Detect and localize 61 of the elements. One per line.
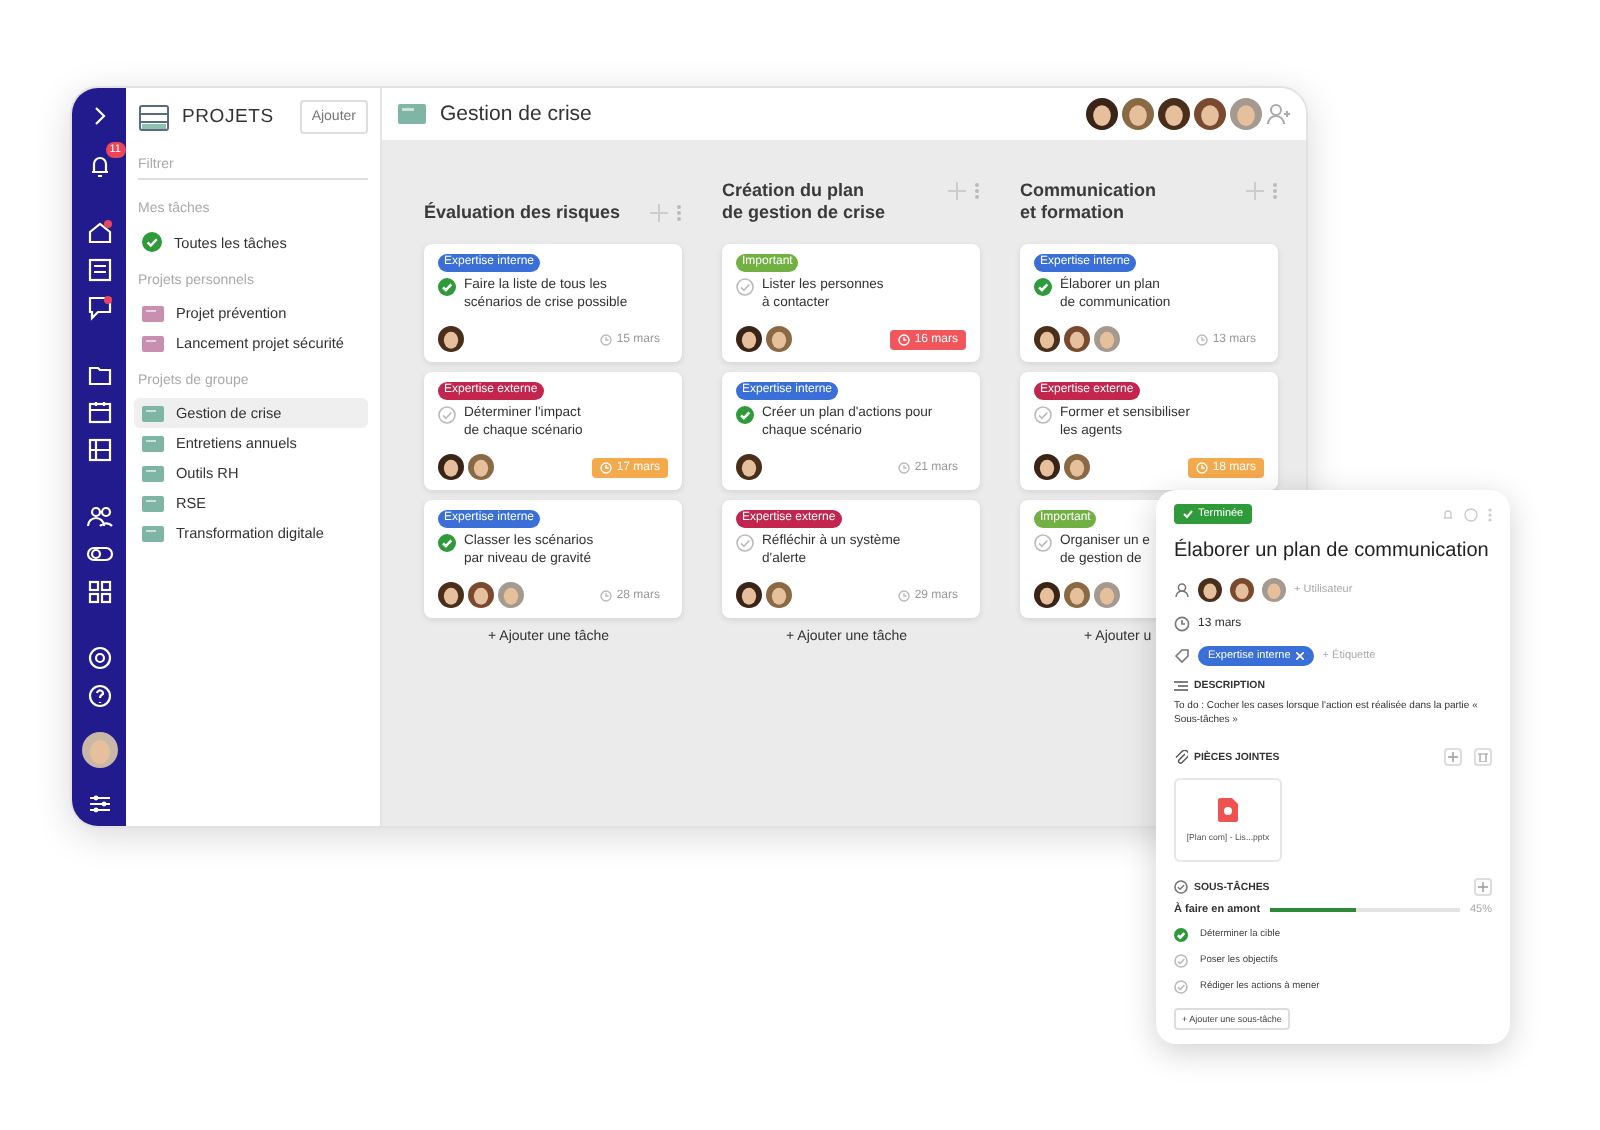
unchecked-icon[interactable]	[438, 406, 456, 424]
unchecked-icon[interactable]	[736, 278, 754, 296]
column-title: Création du plan de gestion de crise	[722, 180, 886, 224]
users-icon[interactable]	[85, 502, 113, 530]
sidebar-title: PROJETS	[182, 106, 276, 128]
check-icon	[1174, 880, 1188, 894]
clock-icon	[600, 461, 613, 473]
project-icon	[142, 465, 164, 481]
unchecked-icon[interactable]	[1034, 534, 1052, 552]
column-title: Communication et formation	[1020, 180, 1157, 224]
user-avatar[interactable]	[81, 732, 117, 768]
help-icon[interactable]	[85, 682, 113, 710]
unchecked-icon[interactable]	[1174, 954, 1188, 968]
clock-icon	[1196, 461, 1209, 473]
clock-icon	[898, 333, 911, 345]
clock-icon	[1196, 333, 1209, 345]
sliders-icon[interactable]	[85, 790, 113, 818]
list-icon[interactable]	[85, 436, 113, 464]
project-icon	[142, 435, 164, 451]
project-icon	[398, 104, 426, 124]
board-title: Gestion de crise	[440, 102, 594, 126]
clock-icon	[600, 589, 613, 601]
add-button[interactable]	[1474, 878, 1492, 896]
calendar-icon[interactable]	[85, 398, 113, 426]
chat-icon[interactable]	[85, 294, 113, 322]
check-icon	[1182, 508, 1194, 520]
user-icon	[1174, 582, 1190, 598]
checked-icon[interactable]	[438, 278, 456, 296]
clock-icon	[898, 461, 911, 473]
clock-icon	[898, 589, 911, 601]
plus-icon	[1448, 752, 1458, 762]
checked-icon[interactable]	[1034, 278, 1052, 296]
clock-icon	[1174, 616, 1190, 632]
clock-icon	[600, 333, 613, 345]
column-title: Évaluation des risques	[424, 202, 621, 224]
checked-icon[interactable]	[736, 406, 754, 424]
checked-icon[interactable]	[1174, 928, 1188, 942]
check-icon	[142, 232, 162, 252]
text-icon	[1174, 680, 1188, 692]
add-button[interactable]	[1444, 748, 1462, 766]
add-user-icon[interactable]	[1266, 102, 1290, 126]
checked-icon[interactable]	[438, 534, 456, 552]
unchecked-icon[interactable]	[736, 534, 754, 552]
project-icon	[142, 305, 164, 321]
trash-icon	[1478, 752, 1488, 762]
project-icon	[142, 525, 164, 541]
plus-icon	[1478, 882, 1488, 892]
unchecked-icon[interactable]	[1174, 980, 1188, 994]
project-icon	[142, 405, 164, 421]
close-icon[interactable]	[1296, 652, 1305, 660]
project-icon	[142, 495, 164, 511]
projects-icon	[138, 103, 170, 131]
paperclip-icon	[1174, 750, 1188, 764]
project-icon	[142, 335, 164, 351]
home-icon[interactable]	[85, 218, 113, 246]
settings-icon[interactable]	[85, 644, 113, 672]
tag-icon	[1174, 648, 1190, 664]
grid-icon[interactable]	[85, 578, 113, 606]
board-icon[interactable]	[85, 256, 113, 284]
unchecked-icon[interactable]	[1034, 406, 1052, 424]
file-icon	[1218, 798, 1238, 822]
